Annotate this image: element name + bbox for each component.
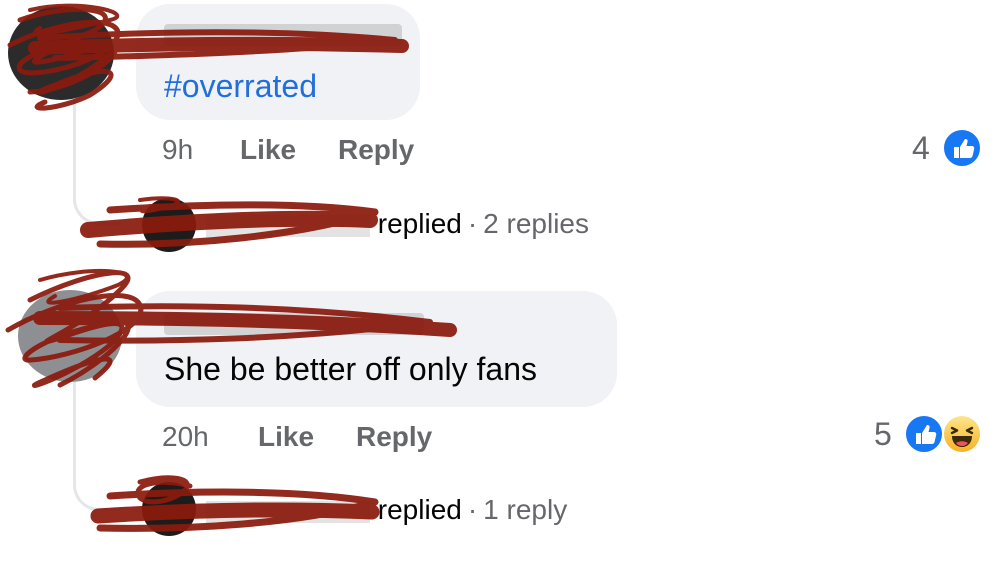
reactions-summary[interactable]: 4 [900, 126, 990, 170]
like-icon [942, 128, 982, 168]
replied-label: replied [377, 208, 462, 239]
replier-name [206, 214, 370, 237]
reply-button[interactable]: Reply [356, 421, 432, 453]
reply-avatar[interactable] [142, 482, 196, 536]
comment-bubble: #overrated [136, 4, 420, 120]
comment-author-name[interactable] [164, 24, 402, 46]
comment-timestamp[interactable]: 9h [162, 134, 193, 166]
hashtag-link[interactable]: #overrated [164, 68, 317, 105]
view-replies-link[interactable]: replied · 2 replies [206, 208, 589, 240]
reaction-count: 4 [912, 130, 930, 166]
reactions-summary[interactable]: 5 [866, 412, 990, 456]
avatar[interactable] [8, 6, 114, 100]
like-button[interactable]: Like [258, 421, 314, 453]
separator-dot: · [467, 494, 478, 525]
replier-name [206, 500, 370, 523]
replies-count: 2 replies [483, 208, 590, 239]
thread-connector-line [73, 380, 122, 511]
comment-thread: #overrated 9h Like Reply 4 replied · 2 rep… [0, 0, 1000, 565]
reply-avatar[interactable] [142, 198, 196, 252]
replies-count: 1 reply [483, 494, 568, 525]
comment-text: She be better off only fans [164, 351, 537, 387]
separator-dot: · [467, 208, 478, 239]
thread-connector-line [73, 100, 122, 225]
replied-label: replied [377, 494, 462, 525]
reply-button[interactable]: Reply [338, 134, 414, 166]
like-icon [904, 414, 944, 454]
comment-author-name[interactable] [164, 313, 424, 335]
like-button[interactable]: Like [240, 134, 296, 166]
reaction-count: 5 [874, 416, 892, 452]
comment-timestamp[interactable]: 20h [162, 421, 209, 453]
avatar[interactable] [18, 290, 122, 382]
view-replies-link[interactable]: replied · 1 reply [206, 494, 567, 526]
haha-icon [942, 414, 982, 454]
comment-bubble: She be better off only fans [136, 291, 617, 407]
